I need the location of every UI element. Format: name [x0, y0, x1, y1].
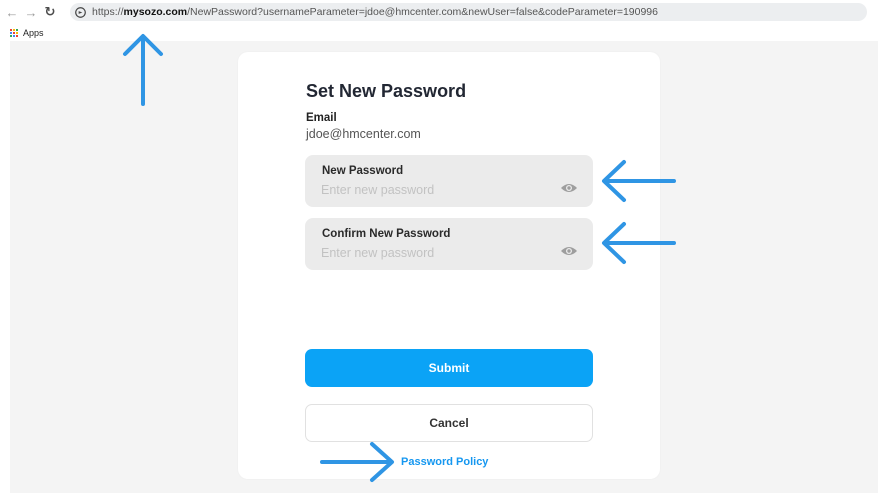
eye-icon[interactable]	[560, 182, 578, 194]
bookmark-apps[interactable]: Apps	[23, 28, 44, 38]
back-arrow-icon[interactable]: ←	[4, 4, 20, 20]
password-policy-link[interactable]: Password Policy	[401, 456, 488, 468]
email-value: jdoe@hmcenter.com	[306, 127, 421, 141]
new-password-field[interactable]: New Password	[305, 155, 593, 207]
apps-grid-icon[interactable]	[10, 28, 19, 38]
site-info-icon[interactable]	[75, 6, 86, 18]
email-label: Email	[306, 112, 337, 124]
annotation-arrow-right-icon	[320, 442, 394, 482]
eye-icon[interactable]	[560, 245, 578, 257]
bookmarks-bar: Apps	[10, 27, 44, 39]
annotation-arrow-left-icon	[602, 160, 676, 202]
cancel-button[interactable]: Cancel	[305, 404, 593, 442]
new-password-label: New Password	[322, 165, 404, 177]
confirm-password-label: Confirm New Password	[322, 228, 451, 240]
forward-arrow-icon[interactable]: →	[23, 4, 39, 20]
address-bar[interactable]: https://mysozo.com/NewPassword?usernameP…	[70, 3, 867, 21]
annotation-arrow-left-icon	[602, 222, 676, 264]
submit-button[interactable]: Submit	[305, 349, 593, 387]
reload-icon[interactable]: ↻	[42, 4, 58, 20]
confirm-password-input[interactable]	[321, 244, 551, 262]
url-text: https://mysozo.com/NewPassword?usernameP…	[92, 6, 658, 18]
confirm-password-field[interactable]: Confirm New Password	[305, 218, 593, 270]
annotation-arrow-up-icon	[123, 34, 163, 106]
page-title: Set New Password	[306, 81, 467, 101]
new-password-input[interactable]	[321, 181, 551, 199]
